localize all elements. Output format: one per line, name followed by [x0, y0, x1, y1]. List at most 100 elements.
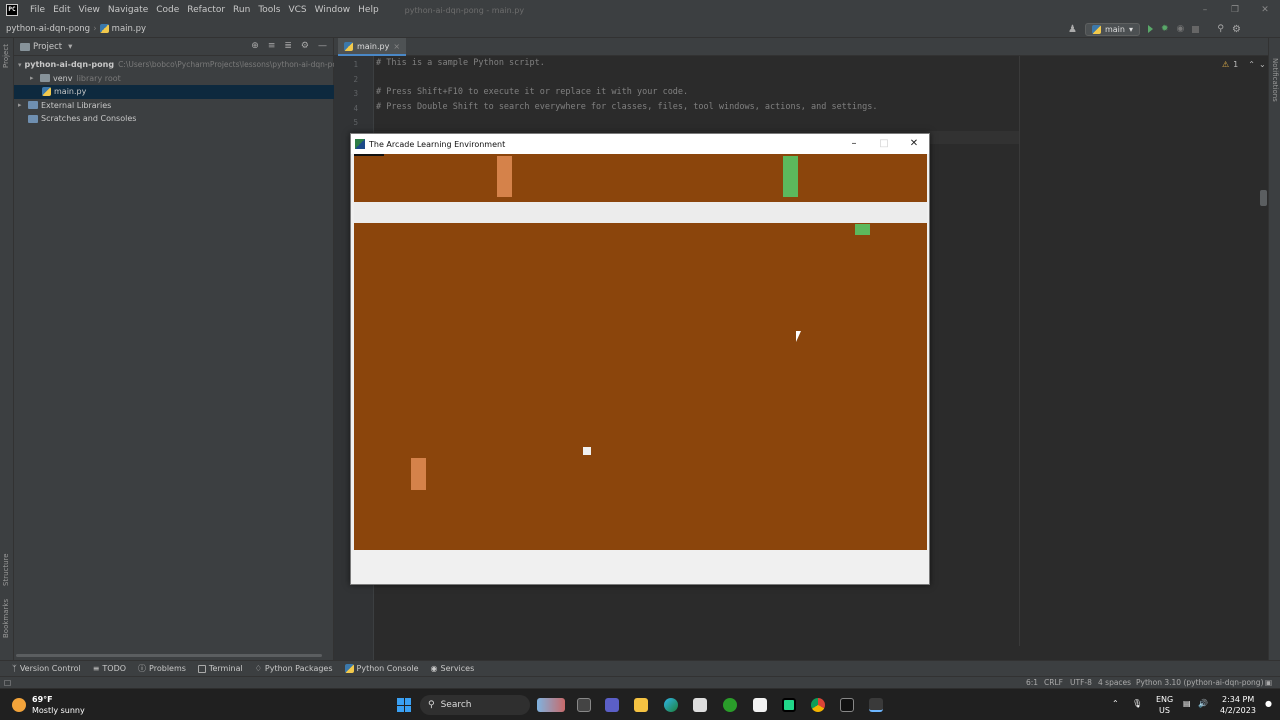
- network-icon[interactable]: ▤: [1183, 699, 1191, 708]
- python-console-button[interactable]: Python Console: [344, 664, 419, 673]
- settings-icon[interactable]: ⚙: [1232, 24, 1241, 35]
- game-canvas[interactable]: [354, 154, 927, 550]
- python-packages-button[interactable]: ♢ Python Packages: [255, 664, 333, 673]
- debug-icon[interactable]: ✹: [1161, 24, 1169, 34]
- project-stripe-button[interactable]: Project: [2, 44, 10, 68]
- language-indicator[interactable]: ENG: [1156, 695, 1173, 704]
- chevron-up-icon[interactable]: ⌃: [1112, 699, 1119, 708]
- microsoft-store-icon[interactable]: [693, 698, 707, 712]
- menu-window[interactable]: Window: [311, 5, 355, 15]
- edge-browser-icon[interactable]: [664, 698, 678, 712]
- clock-time[interactable]: 2:34 PM: [1222, 695, 1254, 704]
- minimize-button[interactable]: –: [839, 134, 869, 154]
- tree-scratches[interactable]: Scratches and Consoles: [18, 112, 333, 126]
- menu-help[interactable]: Help: [354, 5, 383, 15]
- gear-icon[interactable]: ⚙: [301, 41, 309, 51]
- chevron-right-icon: ▸: [18, 101, 22, 110]
- coverage-icon[interactable]: ◉: [1177, 24, 1185, 34]
- user-icon[interactable]: ♟: [1068, 24, 1077, 35]
- project-panel-header: Project ▾ ⊕ ≡ ≣ ⚙ —: [14, 38, 333, 56]
- volume-icon[interactable]: 🔊: [1198, 699, 1208, 708]
- structure-stripe-button[interactable]: Structure: [2, 553, 10, 586]
- chevron-down-icon[interactable]: ▾: [68, 42, 72, 52]
- score-bar: [354, 154, 384, 156]
- menu-edit[interactable]: Edit: [49, 5, 74, 15]
- problems-button[interactable]: ⓘ Problems: [138, 663, 186, 674]
- menu-vcs[interactable]: VCS: [284, 5, 310, 15]
- services-button[interactable]: ◉ Services: [431, 664, 475, 673]
- editor-tabs: main.py ×: [334, 38, 1280, 56]
- weather-desc[interactable]: Mostly sunny: [32, 706, 85, 715]
- code-line: # This is a sample Python script.: [376, 58, 545, 68]
- tree-venv[interactable]: ▸ venv library root: [18, 72, 333, 86]
- locate-icon[interactable]: ⊕: [251, 41, 259, 51]
- tab-main-py[interactable]: main.py ×: [338, 38, 407, 56]
- close-button[interactable]: ✕: [899, 134, 929, 154]
- clock-date[interactable]: 4/2/2023: [1220, 706, 1256, 715]
- region-indicator[interactable]: US: [1159, 706, 1170, 715]
- horizontal-scrollbar[interactable]: [16, 654, 322, 657]
- menu-tools[interactable]: Tools: [254, 5, 284, 15]
- pycharm-taskbar-icon[interactable]: [782, 698, 796, 712]
- terminal-taskbar-icon[interactable]: [840, 698, 854, 712]
- vertical-scrollbar[interactable]: [1260, 190, 1267, 206]
- inspection-widget[interactable]: ⚠ 1 ⌃ ⌄: [1222, 60, 1266, 69]
- chevron-up-icon[interactable]: ⌃: [1248, 60, 1255, 69]
- run-config-select[interactable]: main ▾: [1084, 22, 1140, 36]
- project-panel-tools: ⊕ ≡ ≣ ⚙ —: [251, 41, 327, 51]
- menu-navigate[interactable]: Navigate: [104, 5, 152, 15]
- weather-sun-icon[interactable]: [12, 698, 26, 712]
- teams-chat-icon[interactable]: [605, 698, 619, 712]
- code-line: # Press Double Shift to search everywher…: [376, 102, 878, 112]
- search-everywhere-icon[interactable]: ⚲: [1217, 24, 1224, 34]
- taskbar-search[interactable]: ⚲ Search: [420, 695, 530, 715]
- expand-all-icon[interactable]: ≡: [268, 41, 276, 51]
- todo-button[interactable]: ≡ TODO: [93, 664, 126, 673]
- task-view-icon[interactable]: [577, 698, 591, 712]
- packages-icon: ♢: [254, 664, 262, 673]
- breadcrumb-project[interactable]: python-ai-dqn-pong: [0, 24, 90, 34]
- project-panel-title[interactable]: Project: [33, 42, 62, 52]
- file-explorer-icon[interactable]: [634, 698, 648, 712]
- version-control-button[interactable]: ᛉ Version Control: [12, 664, 81, 673]
- collapse-all-icon[interactable]: ≣: [284, 41, 292, 51]
- notifications-stripe-button[interactable]: Notifications: [1271, 58, 1279, 102]
- menu-code[interactable]: Code: [152, 5, 183, 15]
- breadcrumb-file-label: main.py: [111, 23, 147, 34]
- root-name: python-ai-dqn-pong: [24, 60, 115, 70]
- chevron-down-icon[interactable]: ⌄: [1259, 60, 1266, 69]
- notepad-icon[interactable]: [753, 698, 767, 712]
- stop-icon[interactable]: [1192, 25, 1200, 33]
- run-icon[interactable]: [1147, 25, 1153, 33]
- weather-temp[interactable]: 69°F: [32, 695, 53, 704]
- microphone-icon[interactable]: 🎙: [1132, 699, 1142, 708]
- menu-view[interactable]: View: [75, 5, 104, 15]
- bookmarks-stripe-button[interactable]: Bookmarks: [2, 599, 10, 638]
- services-label: Services: [440, 664, 475, 673]
- menu-run[interactable]: Run: [229, 5, 254, 15]
- close-tab-icon[interactable]: ×: [393, 42, 400, 51]
- start-button[interactable]: [397, 698, 411, 712]
- breadcrumb-file[interactable]: main.py: [99, 23, 147, 34]
- chrome-icon[interactable]: [811, 698, 825, 712]
- top-wall: [354, 202, 927, 223]
- arcade-window[interactable]: The Arcade Learning Environment – □ ✕: [350, 133, 930, 585]
- terminal-button[interactable]: Terminal: [197, 664, 243, 673]
- widgets-icon[interactable]: [537, 698, 565, 712]
- tree-external-libraries[interactable]: ▸ External Libraries: [18, 99, 333, 113]
- xbox-icon[interactable]: [723, 698, 737, 712]
- tree-root[interactable]: ▾ python-ai-dqn-pong C:\Users\bobco\Pych…: [18, 58, 337, 72]
- menu-refactor[interactable]: Refactor: [183, 5, 229, 15]
- problems-icon: ⓘ: [138, 664, 147, 673]
- notification-bell-icon[interactable]: ●: [1265, 699, 1272, 708]
- tree-main-py[interactable]: main.py: [14, 85, 334, 99]
- left-tool-stripe: Project Structure Bookmarks: [0, 38, 14, 660]
- search-icon: ⚲: [428, 700, 435, 710]
- menu-file[interactable]: File: [26, 5, 49, 15]
- hide-panel-icon[interactable]: —: [318, 41, 327, 51]
- version-control-label: Version Control: [19, 664, 81, 673]
- close-button[interactable]: ✕: [1250, 0, 1280, 20]
- maximize-button[interactable]: ❐: [1220, 0, 1250, 20]
- minimize-button[interactable]: –: [1190, 0, 1220, 20]
- python-app-taskbar-icon[interactable]: [869, 698, 883, 712]
